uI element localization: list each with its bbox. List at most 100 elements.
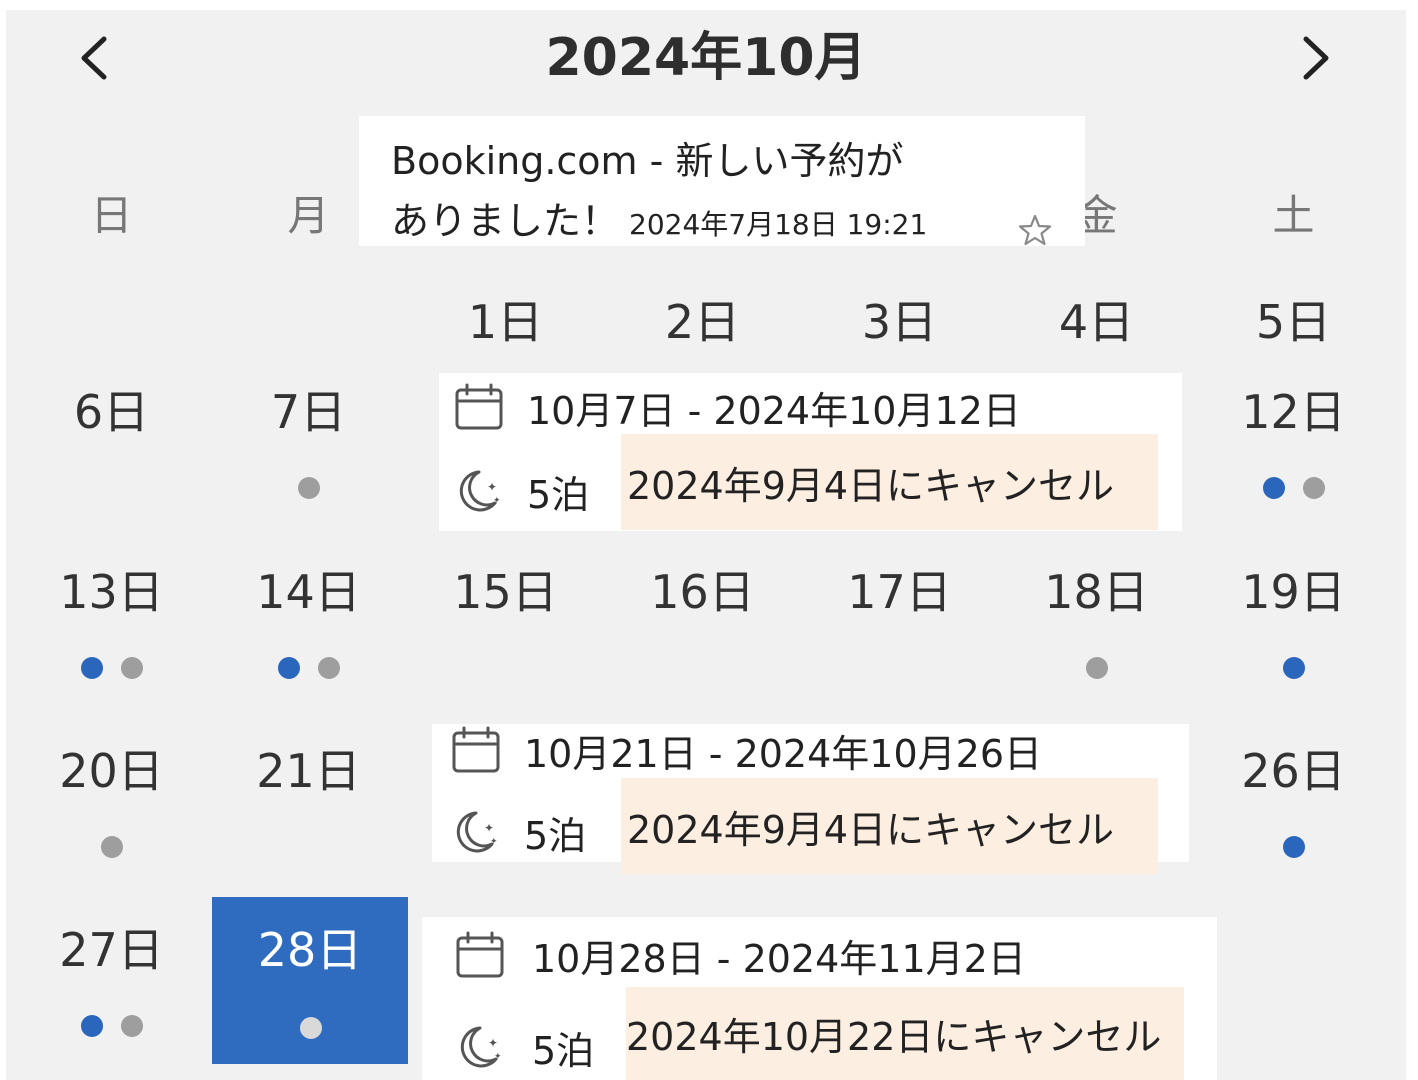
reservation-nights-row: ✦ ✦ 5泊 (450, 806, 586, 858)
day-cell-20[interactable]: 20日 (13, 741, 210, 901)
event-dot (1282, 657, 1305, 679)
day-number: 3日 (861, 295, 938, 349)
star-outline-icon[interactable] (1017, 212, 1053, 248)
notification-timestamp: 2024年7月18日 19:21 (629, 208, 928, 241)
calendar-icon (452, 726, 500, 773)
day-cell-26[interactable]: 26日 (1195, 741, 1392, 901)
day-number: 19日 (1241, 565, 1346, 619)
next-month-button[interactable] (1286, 26, 1346, 90)
reservation-nights-row: ✦ ✦ 5泊 (454, 1017, 594, 1077)
reservation-range: 10月28日 - 2024年11月2日 (532, 936, 1026, 981)
reservation-range-row: 10月21日 - 2024年10月26日 (450, 724, 1042, 776)
weekday-sat: 土 (1272, 191, 1315, 240)
notification-text: ありました！ (391, 199, 620, 243)
cancellation-label: 2024年10月22日にキャンセル (626, 987, 1184, 1080)
day-number: 26日 (1241, 744, 1346, 798)
reservation-range: 10月7日 - 2024年10月12日 (527, 388, 1021, 433)
event-dot (1085, 657, 1108, 679)
day-number: 4日 (1058, 295, 1135, 349)
moon-stars-icon: ✦ ✦ (459, 470, 501, 512)
day-number: 1日 (467, 295, 544, 349)
weekday-sun: 日 (90, 191, 133, 240)
calendar-icon (456, 931, 504, 978)
day-number: 7日 (270, 385, 347, 439)
event-dots (13, 657, 210, 679)
event-dot (1262, 477, 1285, 499)
event-dot (80, 1015, 103, 1037)
cancellation-label: 2024年9月4日にキャンセル (621, 778, 1158, 874)
calendar-icon (455, 383, 503, 430)
reservation-nights: 5泊 (527, 472, 590, 517)
cancellation-text: 2024年9月4日にキャンセル (627, 807, 1115, 852)
day-number: 21日 (256, 744, 361, 798)
day-number: 20日 (59, 744, 164, 798)
month-title: 2024年10月 (545, 28, 867, 88)
day-cell-18[interactable]: 18日 (998, 562, 1195, 722)
chevron-right-icon (1303, 36, 1329, 80)
day-cell-15[interactable]: 15日 (407, 562, 604, 722)
reservation-nights: 5泊 (524, 813, 587, 858)
event-dots (212, 1017, 409, 1039)
day-cell-7[interactable]: 7日 (210, 382, 407, 542)
event-dots (13, 1015, 210, 1037)
reservation-card[interactable]: 10月21日 - 2024年10月26日 ✦ ✦ 5泊 2024年9月4日にキャ… (432, 724, 1189, 874)
day-number: 17日 (847, 565, 952, 619)
event-dots (210, 657, 407, 679)
day-number: 5日 (1255, 295, 1332, 349)
day-number: 6日 (73, 385, 150, 439)
cancellation-label: 2024年9月4日にキャンセル (621, 434, 1158, 530)
day-number: 28日 (257, 923, 363, 977)
day-number: 16日 (650, 565, 755, 619)
moon-stars-icon: ✦ ✦ (456, 811, 498, 853)
event-dot (1302, 477, 1325, 499)
day-cell-13[interactable]: 13日 (13, 562, 210, 722)
day-cell-16[interactable]: 16日 (604, 562, 801, 722)
event-dots (13, 836, 210, 858)
event-dot (1282, 836, 1305, 858)
notification-body: ありました！ 2024年7月18日 19:21 (391, 196, 927, 250)
calendar-panel: 2024年10月 日 月 火 水 木 金 土 1日 2日 3日 4日 5日 6日… (6, 10, 1406, 1080)
event-dot (277, 657, 300, 679)
event-dots (1195, 477, 1392, 499)
event-dot (120, 657, 143, 679)
notification-title: Booking.com - 新しい予約が (391, 139, 904, 183)
booking-notification[interactable]: Booking.com - 新しい予約が ありました！ 2024年7月18日 19… (359, 116, 1085, 246)
svg-text:✦: ✦ (490, 837, 498, 847)
moon-stars-icon: ✦ ✦ (460, 1026, 502, 1068)
reservation-card[interactable]: 10月28日 - 2024年11月2日 ✦ ✦ 5泊 2024年10月22日にキ… (422, 917, 1217, 1080)
reservation-range: 10月21日 - 2024年10月26日 (524, 731, 1042, 776)
day-cell-28-selected[interactable]: 28日 (212, 897, 408, 1064)
svg-text:✦: ✦ (494, 1052, 502, 1062)
cancellation-text: 2024年10月22日にキャンセル (626, 1015, 1162, 1059)
svg-text:✦: ✦ (493, 496, 501, 506)
reservation-range-row: 10月28日 - 2024年11月2日 (454, 925, 1026, 985)
day-number: 13日 (59, 565, 164, 619)
event-dots (1195, 836, 1392, 858)
day-cell-12[interactable]: 12日 (1195, 382, 1392, 542)
event-dot (100, 836, 123, 858)
event-dot (80, 657, 103, 679)
reservation-nights: 5泊 (532, 1028, 595, 1073)
day-cell-27[interactable]: 27日 (13, 920, 210, 1080)
event-dot (317, 657, 340, 679)
event-dots (210, 477, 407, 499)
svg-text:✦: ✦ (487, 480, 497, 494)
day-cell-19[interactable]: 19日 (1195, 562, 1392, 722)
cancellation-text: 2024年9月4日にキャンセル (627, 463, 1115, 508)
day-cell-14[interactable]: 14日 (210, 562, 407, 722)
event-dot (299, 1017, 322, 1039)
event-dots (998, 657, 1195, 679)
event-dot (120, 1015, 143, 1037)
svg-text:✦: ✦ (488, 1036, 498, 1050)
reservation-range-row: 10月7日 - 2024年10月12日 (453, 381, 1021, 433)
reservation-nights-row: ✦ ✦ 5泊 (453, 465, 589, 517)
day-number: 27日 (59, 923, 164, 977)
day-cell-6[interactable]: 6日 (13, 382, 210, 542)
day-cell-17[interactable]: 17日 (801, 562, 998, 722)
day-number: 15日 (453, 565, 558, 619)
event-dots (1195, 657, 1392, 679)
reservation-card[interactable]: 10月7日 - 2024年10月12日 ✦ ✦ 5泊 2024年9月4日にキャン… (439, 373, 1182, 531)
day-number: 14日 (256, 565, 361, 619)
day-cell-21[interactable]: 21日 (210, 741, 407, 901)
day-number: 2日 (664, 295, 741, 349)
